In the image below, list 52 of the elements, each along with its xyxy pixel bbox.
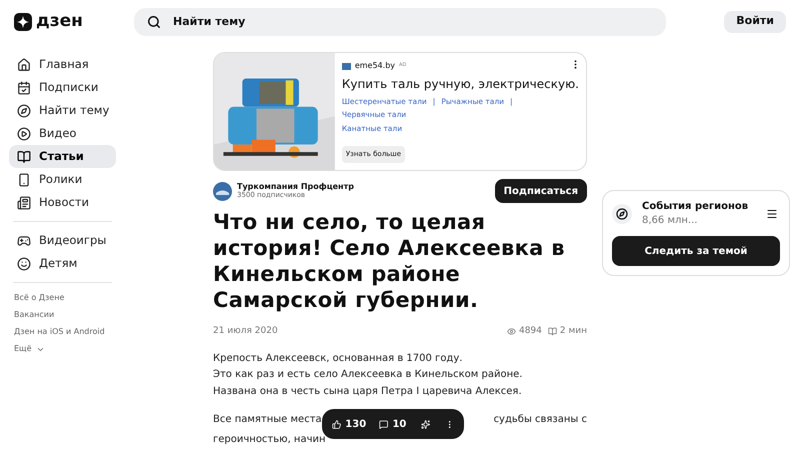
like-count[interactable]: 130 [345,416,366,432]
sidebar-item[interactable]: Новости [9,191,116,214]
gamepad-icon [17,234,31,248]
eye-icon [506,327,516,336]
sidebar-item[interactable]: Найти тему [9,99,116,122]
search-field[interactable]: Найти тему [134,8,666,36]
login-button[interactable]: Войти [724,10,786,32]
comment-count[interactable]: 10 [392,416,406,432]
phone-icon [17,172,31,186]
read-time: 2 мин [560,325,587,338]
sidebar-item[interactable]: Видеоигры [9,229,116,252]
article-paragraph: Крепость Алексеевск, основанная в 1700 году. Это как раз и есть село Алексеевка в Кинельском районе. Названа она в честь сына царя Петра I царевича Алексея. [213,352,524,398]
article-date: 21 июля 2020 [213,325,278,338]
footer-link[interactable]: Всё о Дзене [14,292,116,304]
sidebar-item[interactable]: Статьи [9,145,116,168]
article-title: Что ни село, то целая история! Село Алексеевка в Кинельском районе Самарской губернии. [213,209,566,313]
smile-icon [17,256,31,270]
logo-icon [14,12,32,30]
sidebar-item[interactable]: Ролики [9,168,116,191]
sidebar-item[interactable]: Детям [9,252,116,275]
more-link[interactable]: Ещё [14,343,32,355]
book-icon [548,327,557,336]
search-icon [147,14,161,28]
compass-icon [17,104,31,118]
author-name[interactable]: Туркомпания Профцентр [237,182,354,191]
play-icon [17,126,31,140]
compass-icon [612,204,632,224]
comment-icon [379,418,388,430]
menu-icon [766,208,778,220]
newspaper-icon [17,196,31,210]
footer-link[interactable]: Дзен на iOS и Android [14,326,116,338]
ad-domain[interactable]: eme54.by [354,60,395,72]
follow-button[interactable]: Следить за темой [612,236,780,266]
logo-text[interactable]: дзен [36,8,83,34]
subscribe-button[interactable]: Подписаться [494,179,587,203]
article-text: Все памятные места [213,413,322,427]
sidebar-item[interactable]: Видео [9,122,116,145]
view-count: 4894 [518,325,542,338]
article-text: судьбы связаны с [494,413,587,427]
article-text: героичностью, начин [213,434,326,445]
site-logo-icon [342,62,351,70]
calendar-check-icon [17,80,31,94]
house-icon [17,58,31,72]
sidebar-item[interactable]: Главная [9,53,116,76]
topic-title[interactable]: События регионов [642,200,748,214]
sidebar-item[interactable]: Подписки [9,76,116,99]
book-icon [17,150,31,164]
avatar-icon [213,182,232,200]
footer-link[interactable]: Вакансии [14,309,116,321]
topic-subtitle: 8,66 млн... [642,214,698,228]
like-icon [332,418,342,430]
ad-title[interactable]: Купить таль ручную, электрическую. [342,75,579,93]
